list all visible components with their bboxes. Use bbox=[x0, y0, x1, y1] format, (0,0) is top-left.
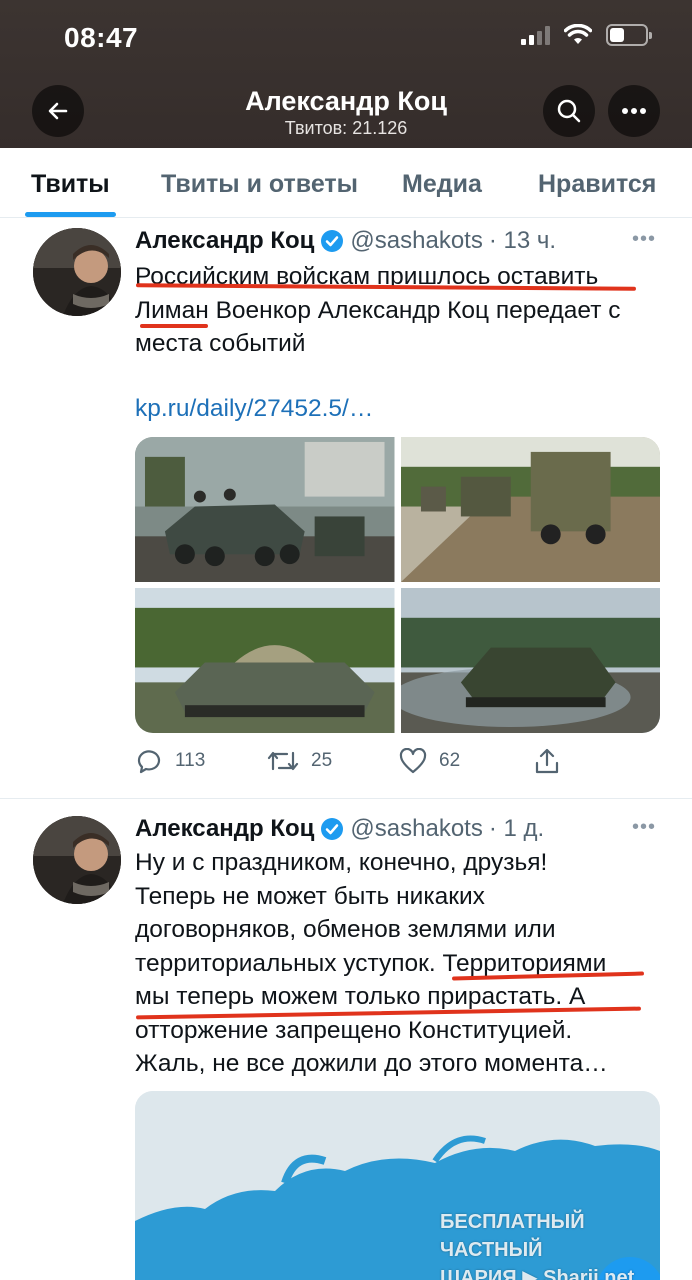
watermark-line: БЕСПЛАТНЫЙ ЧАСТНЫЙ bbox=[440, 1211, 585, 1261]
tweet-text: Ну и с праздником, конечно, друзья! Тепе… bbox=[135, 846, 670, 1081]
tweet-header: Александр Коц @sashakots · 1 д. bbox=[135, 815, 544, 843]
tweet-options-icon[interactable]: ••• bbox=[632, 816, 656, 839]
watermark-line: ШАРИЯ ▶ Sharij.net bbox=[440, 1267, 635, 1280]
tweet-text-line: Теперь не может быть никаких bbox=[135, 882, 485, 910]
verified-badge-icon bbox=[320, 817, 344, 841]
tweet-text-line: отторжение запрещено Конституцией. bbox=[135, 1016, 573, 1044]
tweet-text-line: Жаль, не все дожили до этого момента… bbox=[135, 1050, 608, 1077]
tweet-time[interactable]: · 1 д. bbox=[489, 815, 544, 843]
tweet-text-line: Ну и с праздником, конечно, друзья! bbox=[135, 849, 548, 876]
avatar[interactable] bbox=[33, 816, 121, 904]
author-name[interactable]: Александр Коц bbox=[135, 815, 314, 843]
tweet-text-line: договорняков, обменов землями или bbox=[135, 916, 556, 943]
watermark: БЕСПЛАТНЫЙ ЧАСТНЫЙ ШАРИЯ ▶ Sharij.net bbox=[440, 1208, 680, 1280]
tweet[interactable]: Александр Коц @sashakots · 1 д. ••• Ну и… bbox=[0, 0, 692, 1280]
author-handle[interactable]: @sashakots bbox=[350, 815, 482, 843]
